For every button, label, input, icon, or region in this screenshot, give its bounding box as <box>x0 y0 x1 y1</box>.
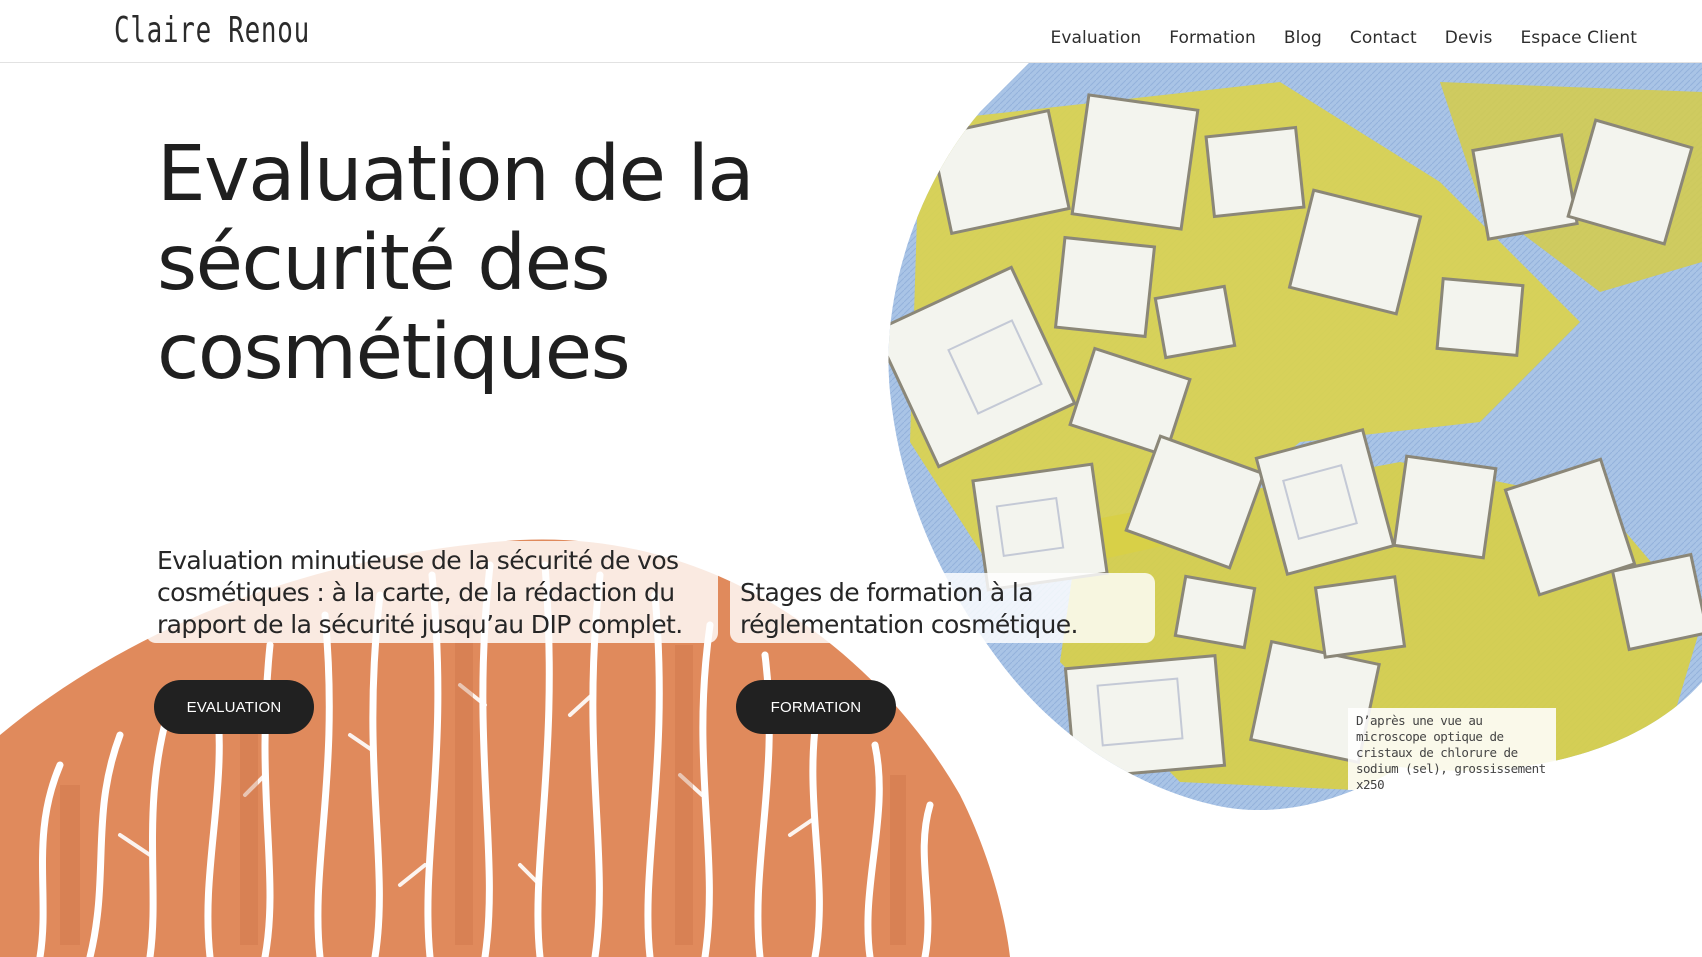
page-title: Evaluation de la sécurité des cosmétique… <box>157 130 755 397</box>
nav-devis[interactable]: Devis <box>1445 28 1493 48</box>
evaluation-button[interactable]: EVALUATION <box>154 680 314 734</box>
formation-button[interactable]: FORMATION <box>736 680 896 734</box>
nav-contact[interactable]: Contact <box>1350 28 1417 48</box>
illustration-caption: D’après une vue au microscope optique de… <box>1348 708 1556 792</box>
evaluation-description: Evaluation minutieuse de la sécurité de … <box>146 541 718 643</box>
formation-description: Stages de formation à la réglementation … <box>730 573 1155 643</box>
nav-blog[interactable]: Blog <box>1284 28 1322 48</box>
site-logo[interactable]: Claire Renou <box>114 10 310 51</box>
site-header: Claire Renou Evaluation Formation Blog C… <box>0 0 1702 63</box>
nav-formation[interactable]: Formation <box>1169 28 1256 48</box>
main-nav: Evaluation Formation Blog Contact Devis … <box>1051 28 1638 48</box>
nav-espace-client[interactable]: Espace Client <box>1520 28 1637 48</box>
nav-evaluation[interactable]: Evaluation <box>1051 28 1142 48</box>
